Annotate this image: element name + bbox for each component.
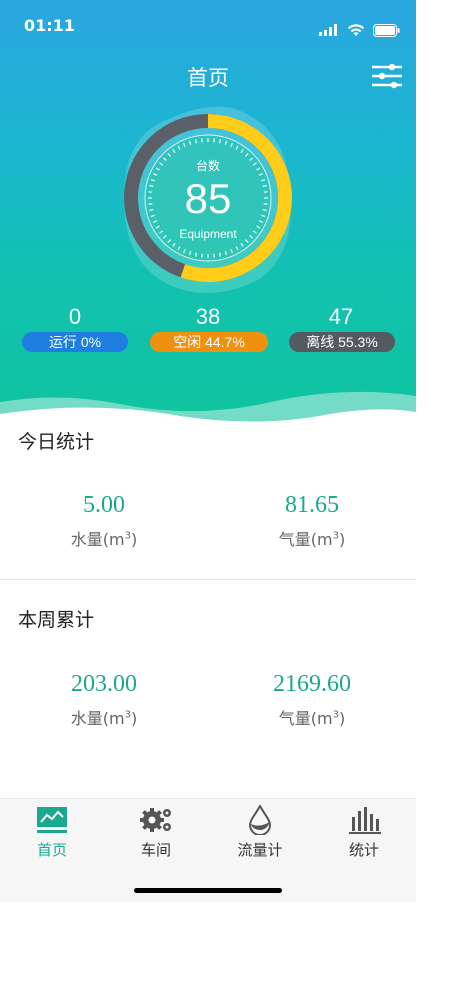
wifi-icon [347,23,365,36]
today-gas-value: 81.65 [285,492,339,518]
water-drop-icon [248,805,272,835]
settings-sliders-icon[interactable] [370,62,404,90]
idle-count: 38 [195,304,221,329]
week-water-value: 203.00 [71,671,137,697]
gauge-label: 台数 [195,159,220,173]
idle-status-badge[interactable]: 空闲 44.7% [150,332,268,352]
page-title: 首页 [187,66,229,90]
gauge-sublabel: Equipment [179,227,237,241]
tab-statistics[interactable]: 统计 [312,799,416,869]
today-section-title: 今日统计 [18,431,95,453]
tab-home-label: 首页 [36,841,67,859]
today-water-label: 水量(m3) [70,530,138,549]
bar-chart-icon [349,807,381,834]
chart-line-icon [37,807,67,833]
tab-flowmeter-label: 流量计 [237,841,283,859]
gauge-tick [194,139,197,144]
today-gas-label: 气量(m3) [278,530,346,549]
running-count: 0 [68,304,82,329]
section-divider [0,579,416,580]
status-icons [319,16,400,44]
running-status-badge[interactable]: 运行 0% [22,332,128,352]
tab-bar: 首页 车间 流量计 统计 [0,798,416,902]
gears-icon [140,808,171,832]
week-gas-label: 气量(m3) [278,709,346,728]
tab-statistics-label: 统计 [348,841,379,859]
week-water-label: 水量(m3) [70,709,138,728]
offline-count: 47 [328,304,354,329]
gauge-tick [219,252,222,257]
today-water-value: 5.00 [83,492,125,518]
status-time: 01:11 [24,16,75,35]
gauge-tick [194,252,197,257]
tab-workshop-label: 车间 [140,841,171,859]
app-screen: 01:11 首页 台数 85 Equipment 0 38 47 运行 0% 空… [0,0,416,902]
hero-header: 01:11 首页 台数 85 Equipment 0 38 47 运行 0% 空… [0,0,416,440]
battery-icon [373,23,400,37]
gauge-value: 85 [184,175,232,222]
home-indicator [134,888,282,893]
cellular-signal-icon [319,24,337,36]
tab-workshop[interactable]: 车间 [104,799,208,869]
week-section-title: 本周累计 [18,609,95,631]
tab-flowmeter[interactable]: 流量计 [208,799,312,869]
offline-status-badge[interactable]: 离线 55.3% [289,332,395,352]
week-gas-value: 2169.60 [273,671,351,697]
gauge-tick [219,139,222,144]
tab-home[interactable]: 首页 [0,799,104,869]
